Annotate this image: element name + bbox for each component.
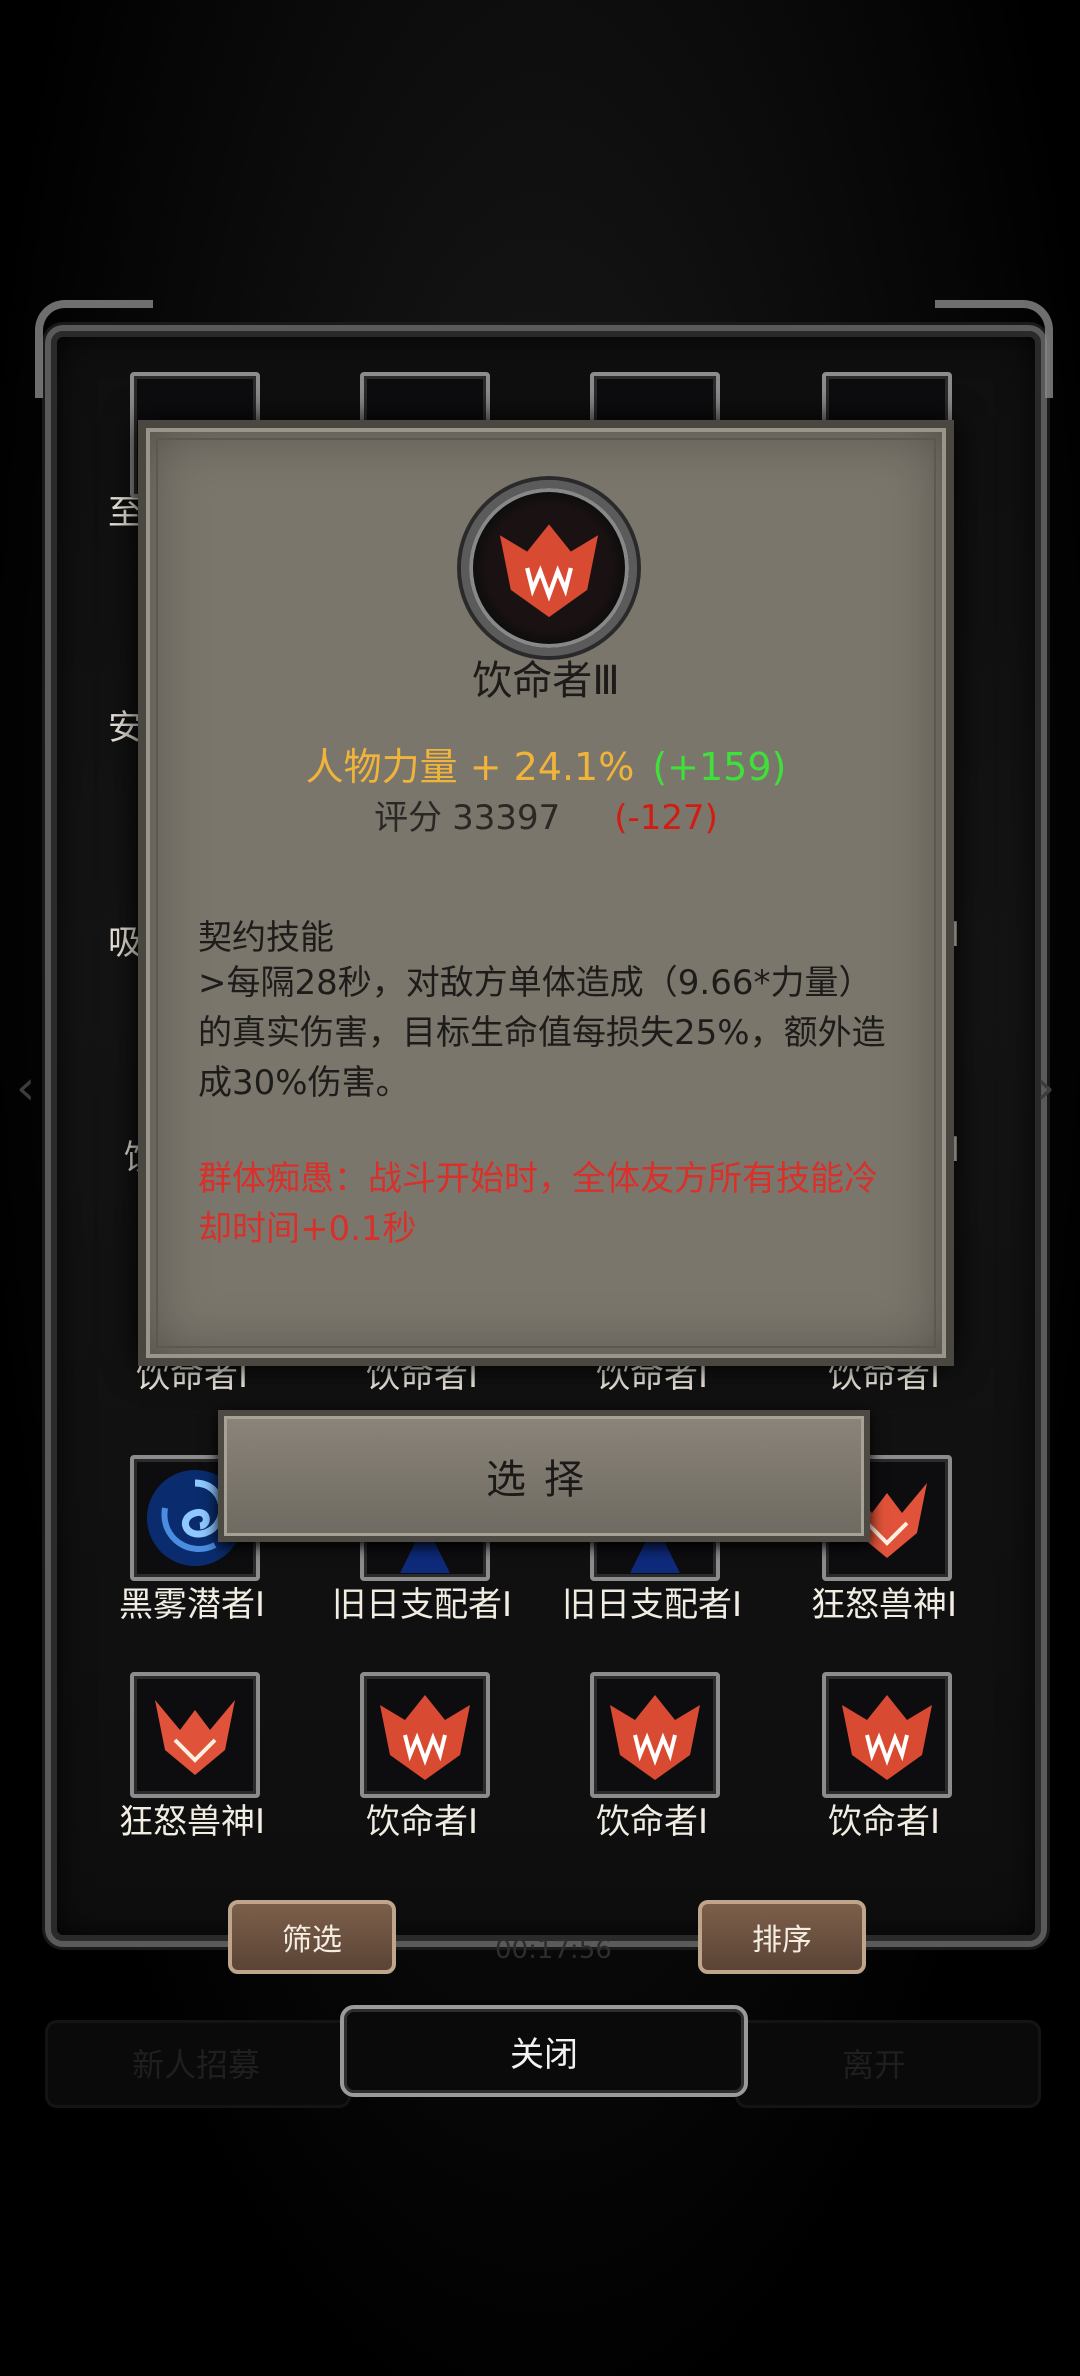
card-life-drinker[interactable]: 饮命者Ⅰ [322, 1672, 522, 1872]
score-line: 评分 33397 (-127) [146, 790, 946, 839]
section-title: 契约技能 [198, 918, 334, 958]
score-delta: (-127) [614, 798, 718, 838]
card-label: 旧日支配者Ⅰ [331, 1585, 513, 1625]
stat-bonus: (+159) [652, 745, 787, 789]
card-label: 饮命者Ⅰ [827, 1802, 941, 1842]
card-label: 黑雾潜者Ⅰ [118, 1585, 266, 1625]
filter-button[interactable]: 筛选 [228, 1900, 396, 1974]
fanged-maw-icon [822, 1672, 952, 1798]
partial-label-3: 吸 [108, 923, 142, 963]
close-button[interactable]: 关闭 [340, 2005, 748, 2097]
special-effect: 群体痴愚：战斗开始时，全体友方所有技能冷却时间+0.1秒 [198, 1159, 878, 1249]
card-detail-tooltip: 饮命者Ⅲ 人物力量 + 24.1% (+159) 评分 33397 (-127) 契约… [138, 420, 954, 1366]
fanged-maw-icon [461, 480, 637, 656]
skill-description: >每隔28秒，对敌方单体造成（9.66*力量）的真实伤害，目标生命值每损失25%… [198, 963, 886, 1103]
card-life-drinker[interactable]: 饮命者Ⅰ [552, 1672, 752, 1872]
leave-label: 离开 [842, 2046, 907, 2084]
left-arrow-icon[interactable]: ‹ [16, 1060, 35, 1116]
new-recruit-label: 新人招募 [132, 2046, 261, 2084]
card-life-drinker[interactable]: 饮命者Ⅰ [784, 1672, 984, 1872]
partial-label-2: 安 [108, 708, 142, 748]
score-label: 评分 [374, 798, 443, 838]
stat-line: 人物力量 + 24.1% (+159) [146, 736, 946, 791]
card-label: 狂怒兽神Ⅰ [118, 1802, 266, 1842]
card-name: 饮命者Ⅲ [472, 658, 620, 704]
card-label: 饮命者Ⅰ [365, 1802, 479, 1842]
card-label: 狂怒兽神Ⅰ [810, 1585, 958, 1625]
fanged-maw-icon [590, 1672, 720, 1798]
score-value: 33397 [452, 798, 561, 838]
card-label: 旧日支配者Ⅰ [561, 1585, 743, 1625]
select-button[interactable]: 选择 [218, 1410, 870, 1542]
beast-icon [130, 1672, 260, 1798]
sort-button[interactable]: 排序 [698, 1900, 866, 1974]
card-label: 饮命者Ⅰ [595, 1802, 709, 1842]
timer: 00:17:56 [495, 1935, 612, 1965]
stat-label: 人物力量 + 24.1% [305, 745, 635, 789]
card-rage-beast[interactable]: 狂怒兽神Ⅰ [92, 1672, 292, 1872]
fanged-maw-icon [360, 1672, 490, 1798]
right-arrow-icon[interactable]: › [1036, 1060, 1055, 1116]
